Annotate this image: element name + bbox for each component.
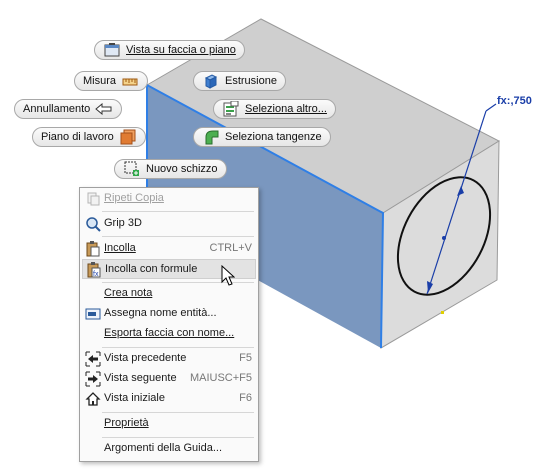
menu-item-label: Incolla (104, 242, 136, 254)
menu-item-home-view[interactable]: Vista iniziale F6 (82, 389, 256, 409)
menu-item-shortcut: MAIUSC+F5 (189, 372, 252, 384)
menu-item-grip-3d[interactable]: Grip 3D (82, 214, 256, 234)
undo-arrow-icon (95, 101, 113, 117)
extrude-label: Estrusione (225, 75, 277, 87)
menu-item-label: Ripeti Copia (104, 192, 164, 204)
svg-text:fx: fx (93, 271, 99, 278)
new-sketch-button[interactable]: Nuovo schizzo (114, 159, 227, 179)
measure-button[interactable]: Misura (74, 71, 149, 91)
new-sketch-label: Nuovo schizzo (146, 163, 218, 175)
previous-view-icon (85, 351, 101, 367)
dimension-label[interactable]: fx:,750 (497, 95, 532, 107)
paste-formulas-icon: fx (86, 262, 102, 278)
repeat-copy-icon (85, 191, 101, 207)
menu-item-create-note[interactable]: Crea nota (82, 284, 256, 304)
dimension-leader (485, 103, 497, 112)
menu-item-label: Grip 3D (104, 217, 142, 229)
menu-item-help-topics[interactable]: Argomenti della Guida... (82, 439, 256, 459)
work-plane-button[interactable]: Piano di lavoro (32, 127, 146, 147)
undo-label: Annullamento (23, 103, 91, 115)
menu-separator (102, 211, 254, 212)
menu-item-label: Assegna nome entità... (104, 307, 217, 319)
grip-3d-icon (85, 216, 101, 232)
measure-label: Misura (83, 75, 117, 87)
assign-name-icon (85, 306, 101, 322)
menu-item-export-face[interactable]: Esporta faccia con nome... (82, 324, 256, 344)
mouse-cursor-icon (221, 265, 235, 286)
undo-button[interactable]: Annullamento (14, 99, 123, 119)
dimension-midpoint (442, 236, 446, 240)
select-tangent-icon (202, 129, 220, 145)
menu-item-assign-name[interactable]: Assegna nome entità... (82, 304, 256, 324)
menu-item-shortcut: CTRL+V (209, 242, 253, 254)
menu-item-next-view[interactable]: Vista seguente MAIUSC+F5 (82, 369, 256, 389)
menu-item-label: Incolla con formule (105, 263, 198, 275)
menu-item-label: Vista iniziale (104, 392, 165, 404)
new-sketch-icon (123, 161, 141, 177)
menu-item-properties[interactable]: Proprietà (82, 414, 256, 434)
next-view-icon (85, 371, 101, 387)
ruler-icon (121, 73, 139, 89)
menu-item-label: Argomenti della Guida... (104, 442, 223, 454)
context-menu: Ripeti Copia Grip 3D Incolla CTRL+V fx I… (79, 187, 259, 462)
menu-item-label: Crea nota (104, 287, 153, 299)
menu-item-repeat-copy[interactable]: Ripeti Copia (82, 189, 256, 209)
work-plane-label: Piano di lavoro (41, 131, 114, 143)
menu-item-label: Esporta faccia con nome... (104, 327, 235, 339)
paste-icon (85, 241, 101, 257)
menu-item-shortcut: F6 (239, 392, 252, 404)
select-other-button[interactable]: Seleziona altro... (213, 99, 336, 119)
extrude-button[interactable]: Estrusione (193, 71, 286, 91)
menu-separator (102, 347, 254, 348)
menu-separator (102, 437, 254, 438)
select-other-label: Seleziona altro... (245, 103, 327, 115)
menu-separator (102, 236, 254, 237)
menu-item-label: Vista precedente (104, 352, 187, 364)
work-plane-icon (119, 129, 137, 145)
extrude-icon (202, 73, 220, 89)
view-face-button[interactable]: Vista su faccia o piano (94, 40, 245, 60)
menu-item-shortcut: F5 (239, 352, 252, 364)
menu-item-paste[interactable]: Incolla CTRL+V (82, 239, 256, 259)
small-marker (441, 311, 444, 314)
select-tangent-button[interactable]: Seleziona tangenze (193, 127, 331, 147)
menu-item-label: Proprietà (104, 417, 149, 429)
menu-item-label: Vista seguente (104, 372, 177, 384)
home-view-icon (85, 391, 101, 407)
view-face-label: Vista su faccia o piano (126, 44, 236, 56)
select-tangent-label: Seleziona tangenze (225, 131, 322, 143)
select-other-icon (222, 101, 240, 117)
menu-item-previous-view[interactable]: Vista precedente F5 (82, 349, 256, 369)
view-face-icon (103, 42, 121, 58)
menu-separator (102, 412, 254, 413)
